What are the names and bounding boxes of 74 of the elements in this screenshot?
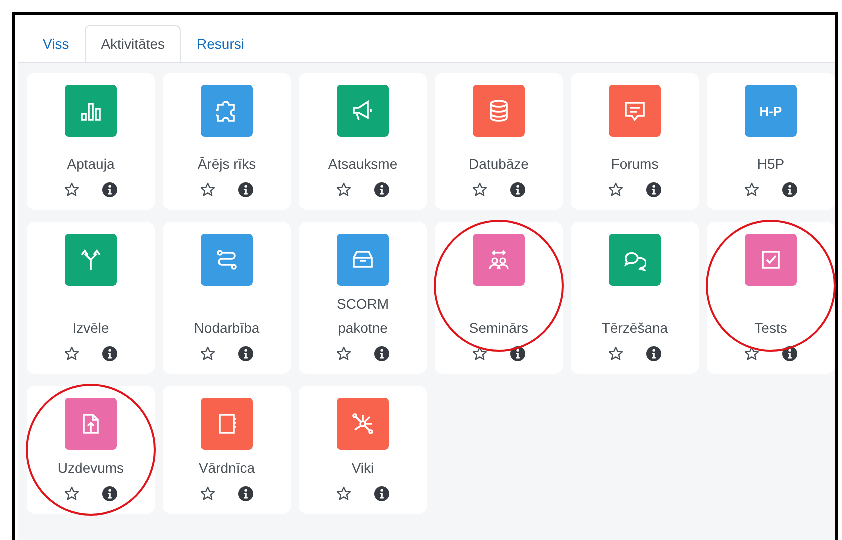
activity-card[interactable]: Nodarbība (163, 222, 291, 374)
tab[interactable]: Resursi (181, 25, 260, 62)
star-icon[interactable] (64, 346, 80, 362)
activity-card[interactable]: SCORM pakotne (299, 222, 427, 374)
activity-name[interactable]: Tērzēšana (590, 316, 680, 340)
people-icon (488, 249, 510, 271)
activity-card[interactable]: Aptauja (27, 73, 155, 210)
logo-text: H-P (760, 104, 782, 118)
activity-card[interactable]: Vārdnīca (163, 386, 291, 514)
activity-name[interactable]: Forums (590, 152, 680, 176)
bar-chart-icon (80, 100, 102, 122)
info-icon[interactable] (782, 182, 798, 198)
info-icon[interactable] (238, 182, 254, 198)
info-icon[interactable] (374, 182, 390, 198)
activity-name[interactable]: H5P (726, 152, 816, 176)
info-icon[interactable] (510, 346, 526, 362)
puzzle-icon (216, 100, 238, 122)
info-icon[interactable] (238, 346, 254, 362)
checkbox-icon (760, 249, 782, 271)
info-icon[interactable] (374, 346, 390, 362)
star-icon[interactable] (64, 182, 80, 198)
star-icon[interactable] (336, 182, 352, 198)
info-icon[interactable] (646, 346, 662, 362)
info-icon[interactable] (646, 182, 662, 198)
activity-card[interactable]: Viki (299, 386, 427, 514)
activity-card[interactable]: H-P H5P (707, 73, 835, 210)
star-icon[interactable] (472, 182, 488, 198)
activity-name[interactable]: Izvēle (46, 316, 136, 340)
megaphone-icon (352, 100, 374, 122)
info-icon[interactable] (510, 182, 526, 198)
info-icon[interactable] (102, 486, 118, 502)
activity-name[interactable]: Datubāze (454, 152, 544, 176)
activity-name[interactable]: Seminārs (454, 316, 544, 340)
tab[interactable]: Viss (27, 25, 86, 62)
notebook-icon (216, 413, 238, 435)
activity-name[interactable]: SCORM pakotne (318, 292, 408, 340)
activity-name[interactable]: Uzdevums (46, 456, 136, 480)
activity-name[interactable]: Aptauja (46, 152, 136, 176)
star-icon[interactable] (200, 486, 216, 502)
info-icon[interactable] (102, 182, 118, 198)
activity-card[interactable]: Izvēle (27, 222, 155, 374)
path-icon (216, 249, 238, 271)
speech-bubble-icon (624, 100, 646, 122)
activity-name[interactable]: Tests (726, 316, 816, 340)
activity-card[interactable]: Atsauksme (299, 73, 427, 210)
star-icon[interactable] (608, 182, 624, 198)
box-icon (352, 249, 374, 271)
info-icon[interactable] (238, 486, 254, 502)
star-icon[interactable] (472, 346, 488, 362)
star-icon[interactable] (200, 346, 216, 362)
activity-name[interactable]: Nodarbība (182, 316, 272, 340)
database-icon (488, 100, 510, 122)
star-icon[interactable] (64, 486, 80, 502)
activity-name[interactable]: Vārdnīca (182, 456, 272, 480)
activity-name[interactable]: Ārējs rīks (182, 152, 272, 176)
star-icon[interactable] (336, 346, 352, 362)
star-icon[interactable] (200, 182, 216, 198)
tab[interactable]: Aktivitātes (85, 25, 182, 62)
star-icon[interactable] (744, 182, 760, 198)
activity-name[interactable]: Atsauksme (318, 152, 408, 176)
info-icon[interactable] (374, 486, 390, 502)
activity-card[interactable]: Forums (571, 73, 699, 210)
network-icon (352, 413, 374, 435)
fork-icon (80, 249, 102, 271)
activity-card[interactable]: Tērzēšana (571, 222, 699, 374)
activity-name[interactable]: Viki (318, 456, 408, 480)
activity-card[interactable]: Ārējs rīks (163, 73, 291, 210)
activity-card[interactable]: Datubāze (435, 73, 563, 210)
star-icon[interactable] (608, 346, 624, 362)
info-icon[interactable] (102, 346, 118, 362)
star-icon[interactable] (336, 486, 352, 502)
info-icon[interactable] (782, 346, 798, 362)
file-upload-icon (80, 413, 102, 435)
star-icon[interactable] (744, 346, 760, 362)
